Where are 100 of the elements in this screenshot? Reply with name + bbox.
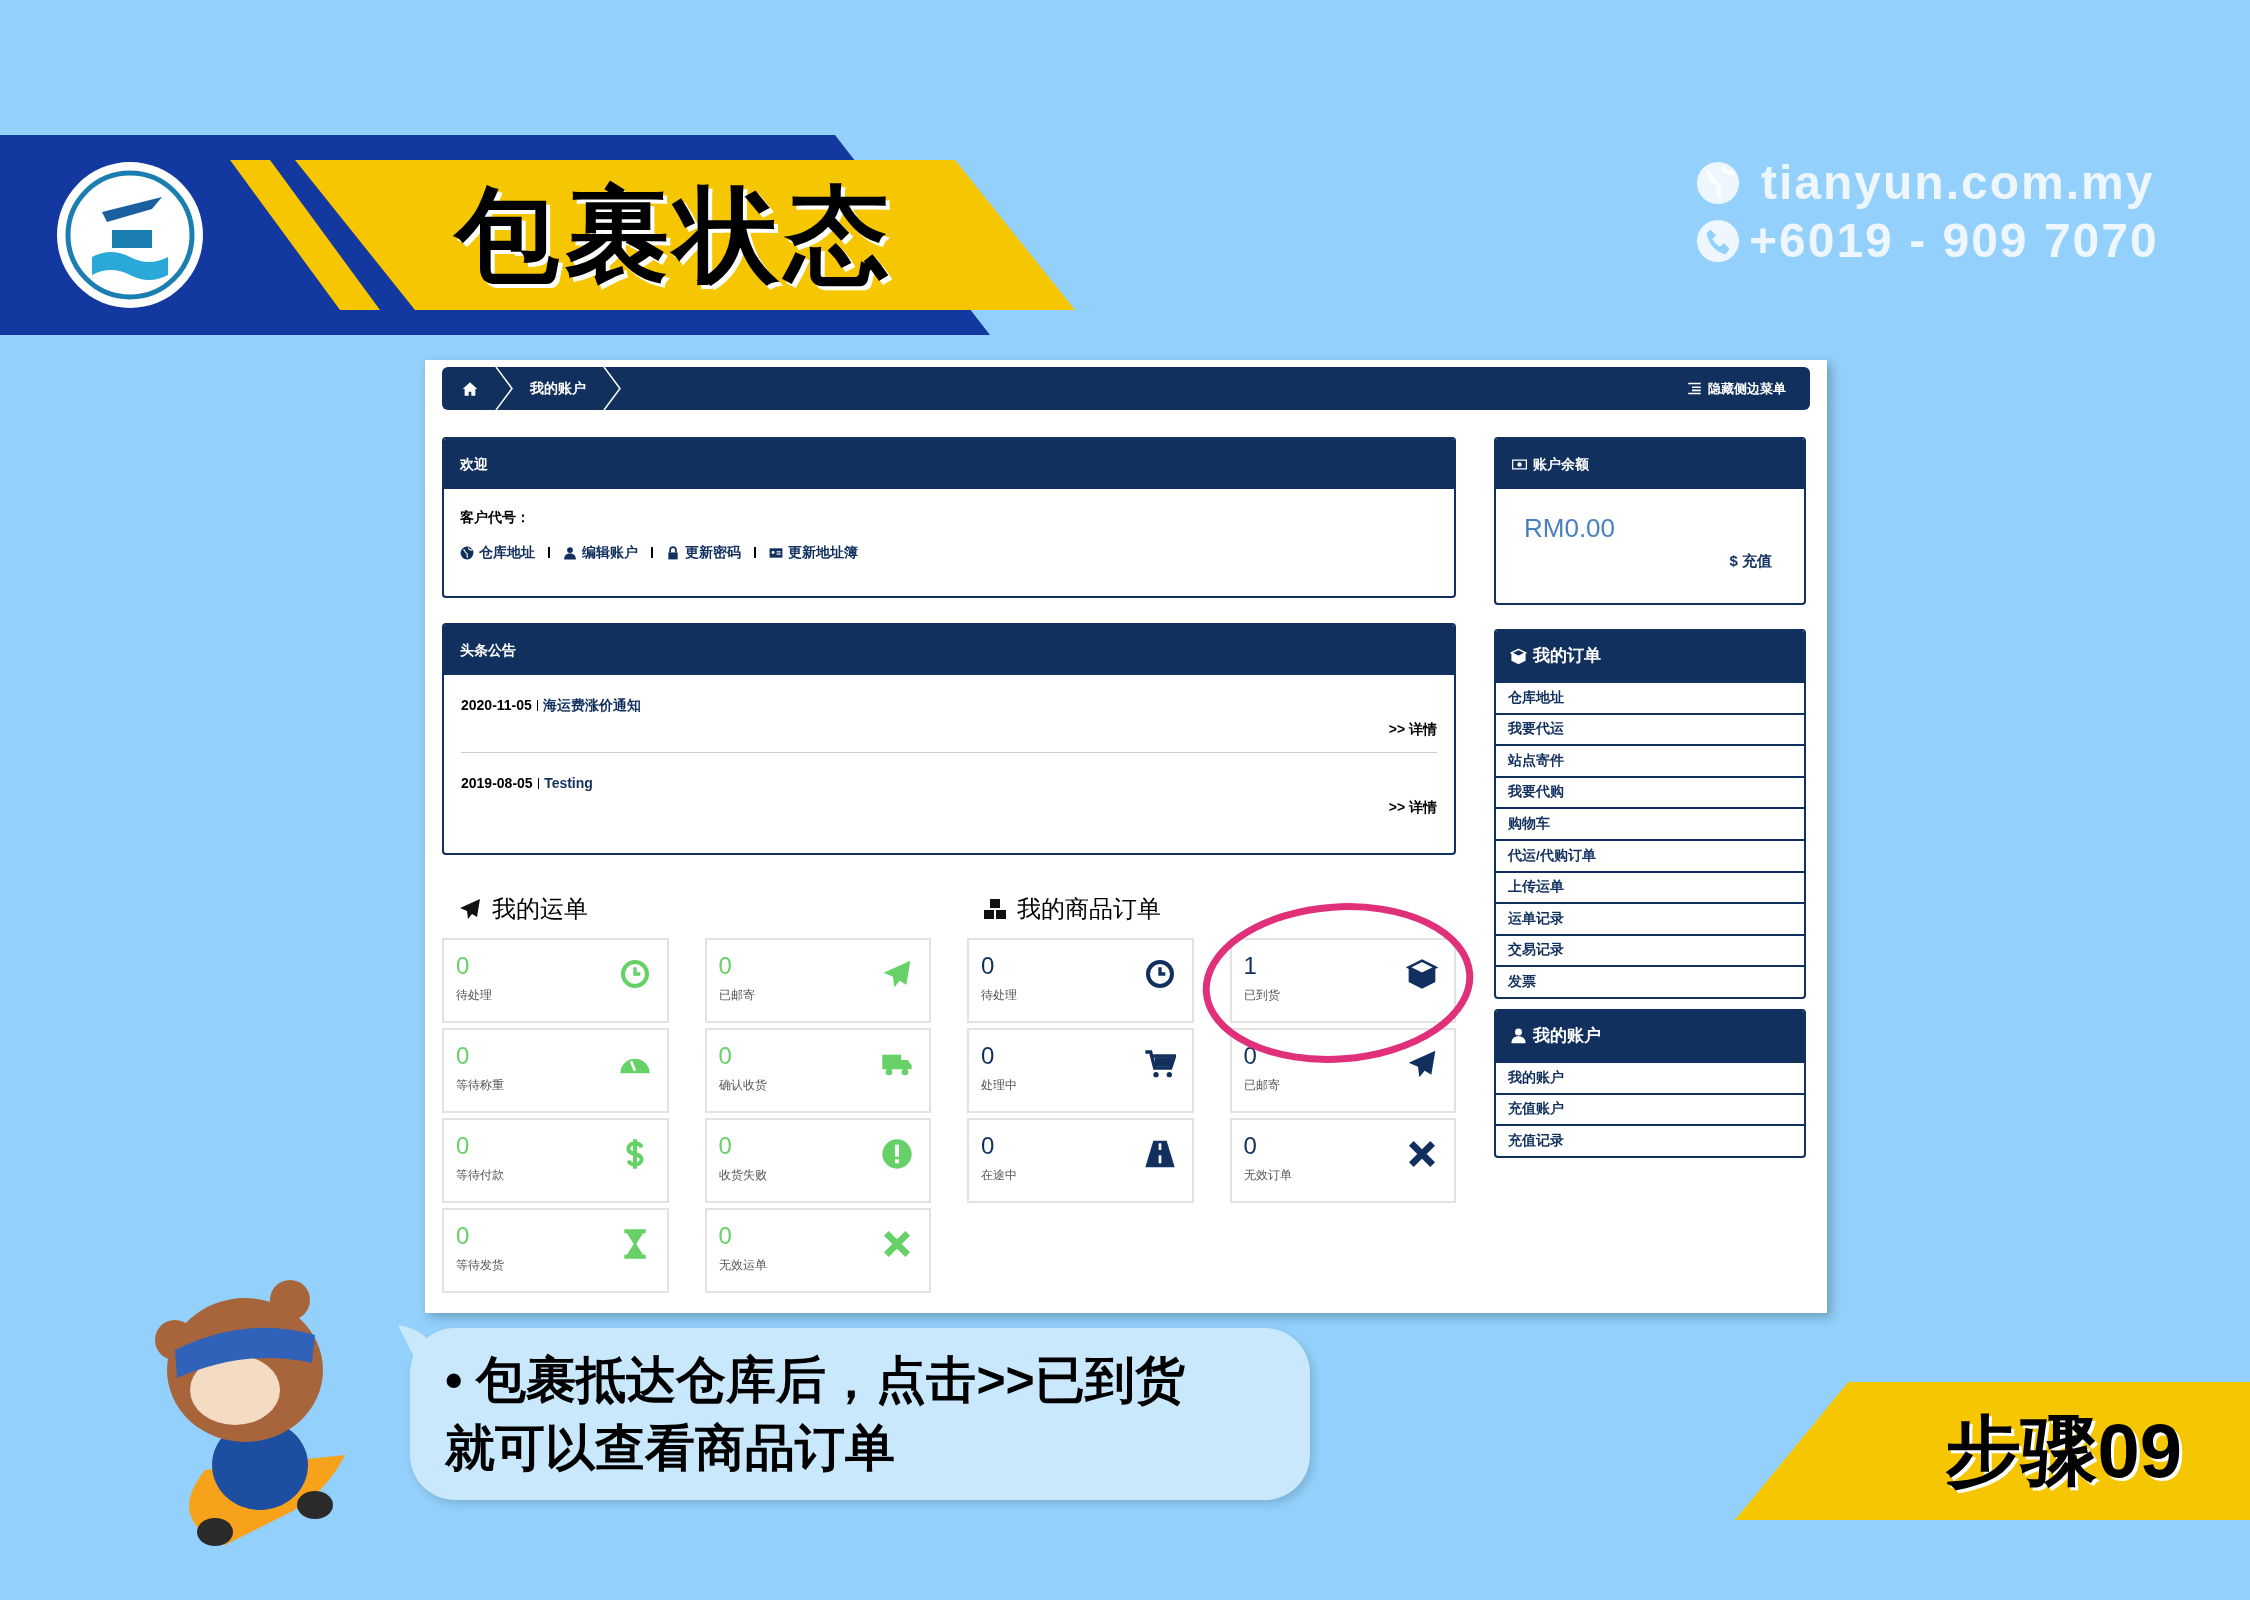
globe-icon (1695, 160, 1741, 206)
status-tile[interactable]: 0 等待称重 (442, 1028, 669, 1113)
status-tile[interactable]: 0 等待发货 (442, 1208, 669, 1293)
status-tile[interactable]: 0 无效运单 (704, 1208, 931, 1293)
status-tile[interactable]: 0 已邮寄 (704, 938, 931, 1023)
menu-item[interactable]: 上传运单 (1496, 870, 1804, 903)
breadcrumb-link[interactable]: 我的账户 (530, 378, 586, 399)
status-tile[interactable]: 0 已邮寄 (1229, 1028, 1456, 1113)
status-tile[interactable]: 0 处理中 (967, 1028, 1194, 1113)
menu-item[interactable]: 我要代购 (1496, 775, 1804, 808)
tile-count: 0 (718, 1132, 733, 1160)
chevron-separator (494, 367, 514, 410)
close-icon (881, 1228, 913, 1260)
section-title: 我的运单 (492, 894, 588, 924)
tile-count: 0 (718, 1042, 733, 1070)
status-tile[interactable]: 0 在途中 (967, 1118, 1194, 1203)
tile-label: 在途中 (981, 1167, 1017, 1184)
tile-label: 已邮寄 (1243, 1077, 1280, 1094)
cart-icon (1143, 1048, 1176, 1080)
cubes-icon (983, 897, 1007, 921)
close-icon (1406, 1138, 1438, 1170)
status-tile[interactable]: 0 无效订单 (1229, 1118, 1456, 1203)
menu-item[interactable]: 仓库地址 (1496, 681, 1804, 713)
cube-icon (1510, 647, 1527, 665)
menu-item[interactable]: 我要代运 (1496, 712, 1804, 745)
details-link[interactable]: >> 详情 (1388, 797, 1437, 818)
menu-item[interactable]: 发票 (1496, 965, 1804, 997)
account-link[interactable]: 更新地址簿 (769, 542, 858, 563)
menu-item[interactable]: 我的账户 (1496, 1060, 1804, 1093)
tile-count: 0 (981, 952, 996, 980)
tile-label: 等待称重 (456, 1077, 504, 1094)
tile-count: 0 (456, 1132, 471, 1160)
user-icon (563, 545, 577, 560)
home-icon (462, 380, 478, 397)
tile-label: 处理中 (981, 1077, 1017, 1094)
tile-count: 0 (981, 1042, 996, 1070)
callout-text: • 包裹抵达仓库后，点击>>已到货 就可以查看商品订单 (445, 1351, 1186, 1478)
paper-plane-icon (458, 897, 482, 921)
user-icon (1510, 1027, 1527, 1045)
tile-label: 待处理 (456, 987, 492, 1004)
menu-item[interactable]: 代运/代购订单 (1496, 838, 1804, 871)
address-card-icon (769, 545, 783, 560)
status-tile[interactable]: 0 等待付款 (442, 1118, 669, 1203)
tile-label: 已邮寄 (718, 987, 755, 1004)
tile-count: 0 (1243, 1042, 1258, 1070)
top-up-link[interactable]: $ 充值 (1729, 550, 1772, 573)
home-link[interactable] (462, 380, 478, 397)
menu-item[interactable]: 交易记录 (1496, 933, 1804, 966)
menu-item[interactable]: 购物车 (1496, 807, 1804, 839)
exclamation-icon (881, 1138, 913, 1170)
tile-count: 0 (456, 1042, 471, 1070)
status-tile[interactable]: 0 待处理 (967, 938, 1194, 1023)
globe-icon (460, 545, 474, 560)
phone-icon (1695, 218, 1741, 264)
logo-icon (57, 162, 203, 308)
step-label: 步骤09 (1945, 1407, 2182, 1495)
account-link[interactable]: 仓库地址 (460, 542, 535, 563)
account-link[interactable]: 更新密码 (666, 542, 741, 563)
status-tile[interactable]: 0 确认收货 (704, 1028, 931, 1113)
tile-count: 0 (718, 952, 733, 980)
section-title: 我的商品订单 (1017, 894, 1161, 924)
tile-label: 无效运单 (718, 1257, 767, 1274)
tile-label: 无效订单 (1243, 1167, 1292, 1184)
tile-count: 0 (456, 1222, 471, 1250)
banknote-icon (1512, 456, 1527, 472)
tile-count: 0 (456, 952, 471, 980)
tile-label: 待处理 (981, 987, 1017, 1004)
announcement-date: 2019-08-05 (461, 774, 533, 793)
announcement-date: 2020-11-05 (461, 696, 532, 715)
status-tile[interactable]: 0 收货失败 (704, 1118, 931, 1203)
lock-icon (666, 545, 680, 560)
menu-item[interactable]: 运单记录 (1496, 902, 1804, 934)
cube-icon (1406, 958, 1438, 990)
banner-title: 包裹状态 (455, 176, 895, 295)
tile-label: 收货失败 (718, 1167, 767, 1184)
phone-number: +6019 - 909 7070 (1749, 213, 2159, 269)
tile-label: 已到货 (1243, 987, 1280, 1004)
announcement-link[interactable]: 海运费涨价通知 (543, 695, 642, 716)
announcement-link[interactable]: Testing (544, 773, 593, 794)
tile-label: 确认收货 (718, 1077, 767, 1094)
tile-count: 0 (1243, 1132, 1258, 1160)
menu-item[interactable]: 充值账户 (1496, 1092, 1804, 1125)
menu-item[interactable]: 站点寄件 (1496, 744, 1804, 776)
hide-sidebar-link[interactable]: 隐藏侧边菜单 (1687, 378, 1786, 399)
account-link[interactable]: 编辑账户 (563, 542, 638, 563)
list-icon (1687, 381, 1702, 396)
card-header: 我的账户 (1496, 1010, 1804, 1061)
card-header: 头条公告 (444, 625, 1454, 675)
customer-code-label: 客户代号： (460, 508, 531, 527)
paper-plane-icon (881, 958, 913, 990)
tile-count: 0 (718, 1222, 733, 1250)
tile-count: 0 (981, 1132, 996, 1160)
balance-amount: RM0.00 (1524, 512, 1617, 545)
details-link[interactable]: >> 详情 (1388, 719, 1437, 740)
menu-item[interactable]: 充值记录 (1496, 1124, 1804, 1156)
status-tile[interactable]: 0 待处理 (442, 938, 669, 1023)
card-header: 账户余额 (1496, 439, 1804, 489)
card-header: 我的订单 (1496, 631, 1804, 681)
tile-label: 等待发货 (456, 1257, 504, 1274)
status-tile[interactable]: 1 已到货 (1229, 938, 1456, 1023)
